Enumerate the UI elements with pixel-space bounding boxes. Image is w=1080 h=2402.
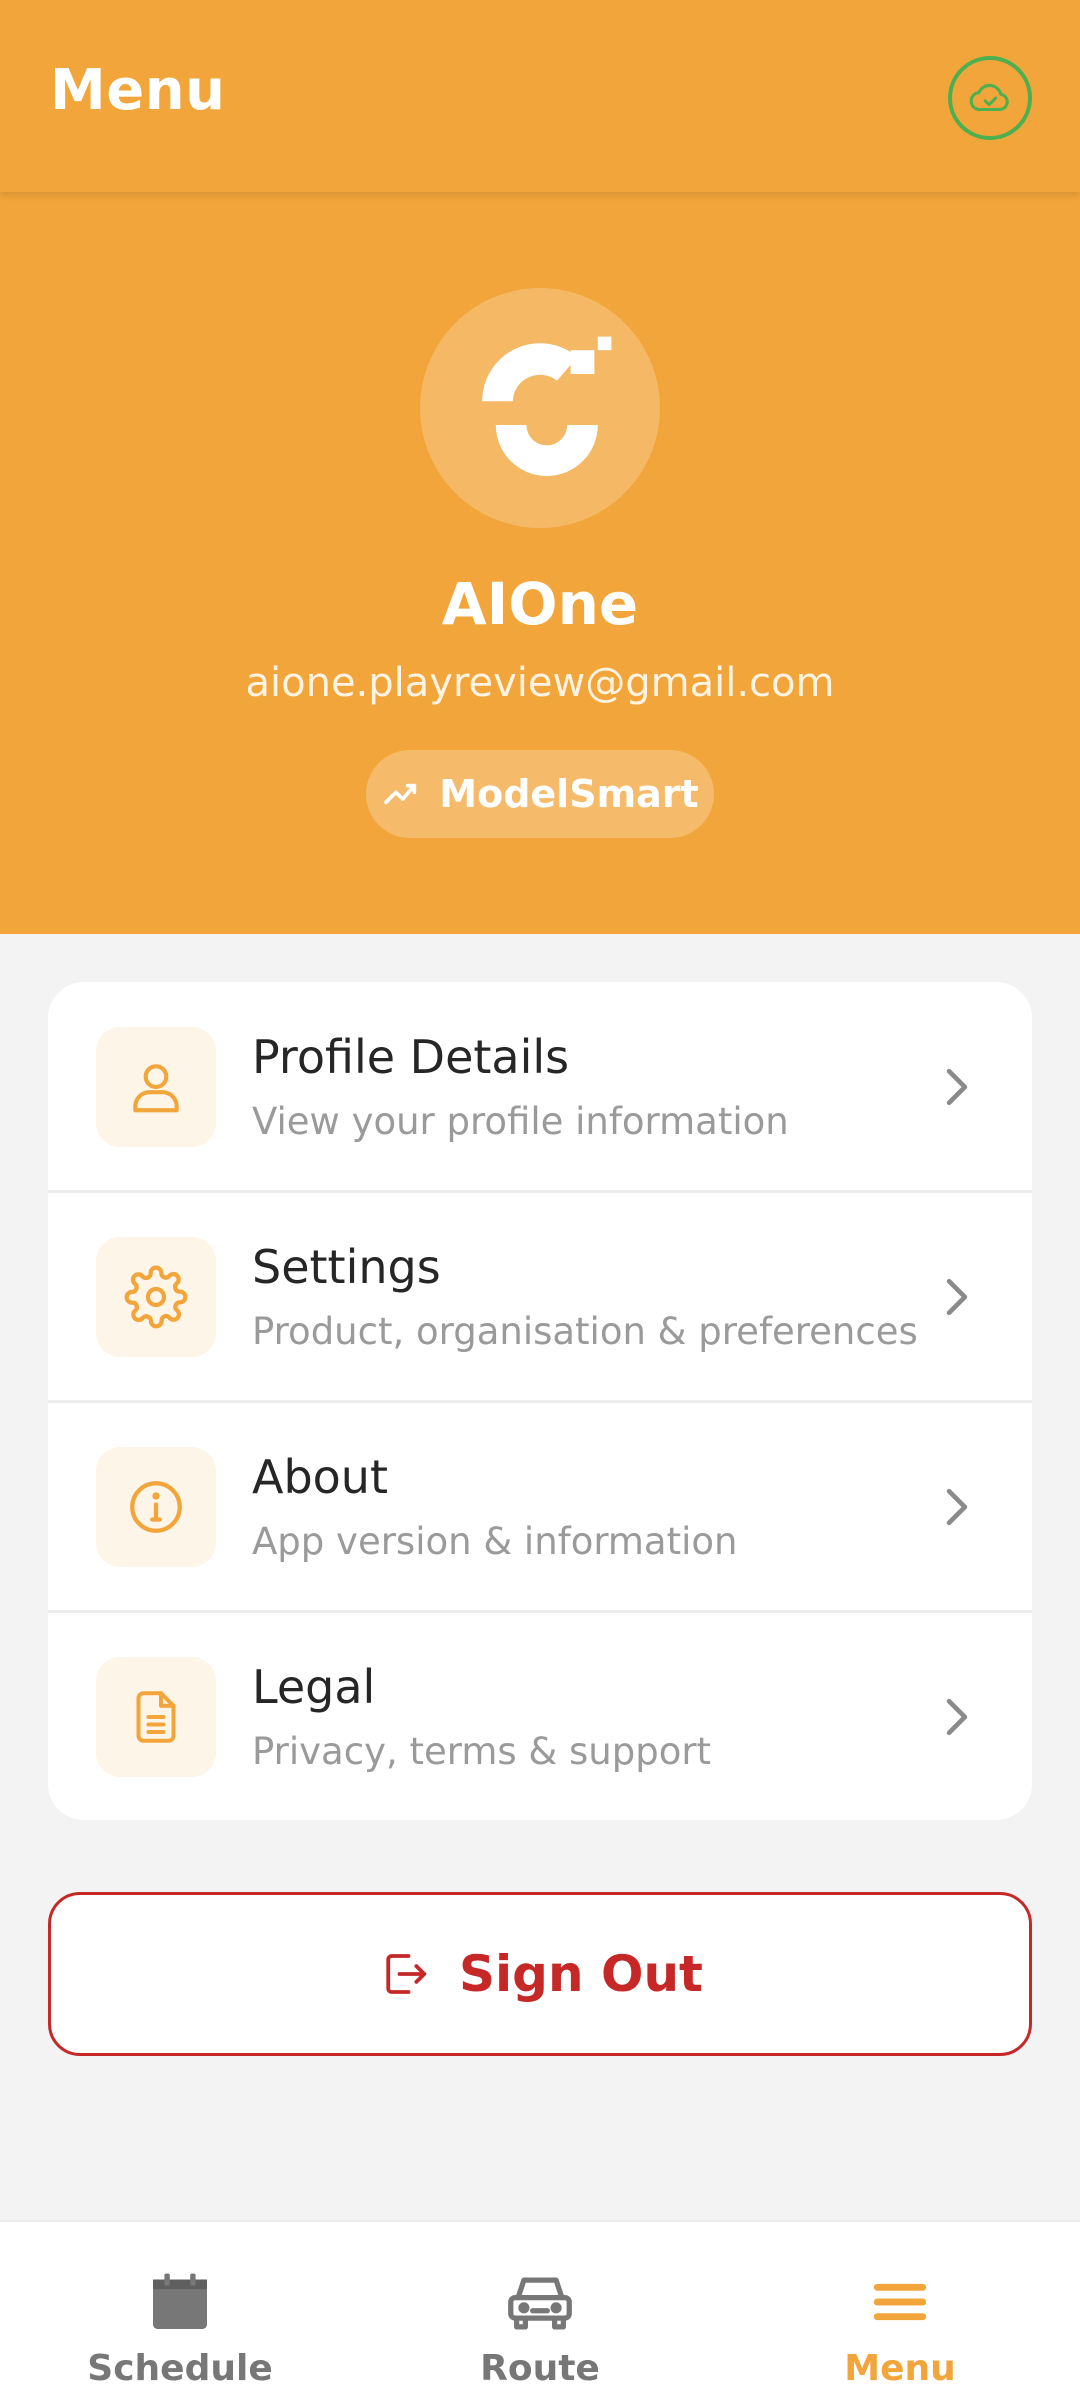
trending-icon [384,783,417,805]
nav-tab-menu[interactable]: Menu [720,2222,1080,2402]
sign-out-button[interactable]: Sign Out [48,1892,1032,2056]
nav-tab-schedule[interactable]: Schedule [0,2222,360,2402]
page-title: Menu [50,58,226,123]
chevron-right-icon [932,1482,982,1532]
menu-item-about[interactable]: About App version & information [48,1402,1032,1612]
nav-label: Menu [844,2348,956,2389]
menu-item-subtitle: Privacy, terms & support [252,1730,712,1773]
menu-list: Profile Details View your profile inform… [48,982,1032,1820]
menu-item-title: Profile Details [252,1030,570,1084]
menu-item-title: About [252,1450,389,1504]
app-bar: Menu [0,0,1080,192]
nav-tab-route[interactable]: Route [360,2222,720,2402]
user-icon [133,1064,179,1113]
chevron-right-icon [932,1692,982,1742]
gear-icon [124,1265,188,1329]
sync-status-button[interactable] [948,56,1032,140]
menu-item-settings[interactable]: Settings Product, organisation & prefere… [48,1192,1032,1402]
sign-out-label: Sign Out [459,1945,703,2003]
menu-item-legal[interactable]: Legal Privacy, terms & support [48,1612,1032,1820]
nav-label: Route [480,2348,600,2389]
chevron-right-icon [932,1272,982,1322]
menu-icon-box [96,1447,216,1567]
user-email: aione.playreview@gmail.com [245,660,835,706]
cloud-check-icon [969,83,1009,112]
menu-item-title: Settings [252,1240,441,1294]
menu-item-subtitle: View your profile information [252,1100,789,1143]
profile-header: AIOne aione.playreview@gmail.com ModelSm… [0,192,1080,934]
calendar-icon [153,2273,207,2329]
nav-label: Schedule [87,2348,273,2389]
avatar [420,288,660,528]
user-name: AIOne [441,570,639,638]
menu-icon-box [96,1027,216,1147]
logout-icon [386,1954,427,1994]
product-chip-label: ModelSmart [439,772,699,816]
hamburger-icon [873,2283,927,2321]
bottom-nav: Schedule Route Menu [0,2220,1080,2402]
chevron-right-icon [932,1062,982,1112]
menu-icon-box [96,1237,216,1357]
menu-item-subtitle: App version & information [252,1520,738,1563]
document-icon [136,1691,176,1743]
menu-icon-box [96,1657,216,1777]
car-icon [508,2277,572,2330]
menu-item-profile-details[interactable]: Profile Details View your profile inform… [48,982,1032,1192]
menu-item-title: Legal [252,1660,376,1714]
product-chip[interactable]: ModelSmart [366,750,714,838]
info-icon [130,1481,182,1533]
brand-logo-icon [482,336,612,476]
menu-item-subtitle: Product, organisation & preferences [252,1310,918,1353]
